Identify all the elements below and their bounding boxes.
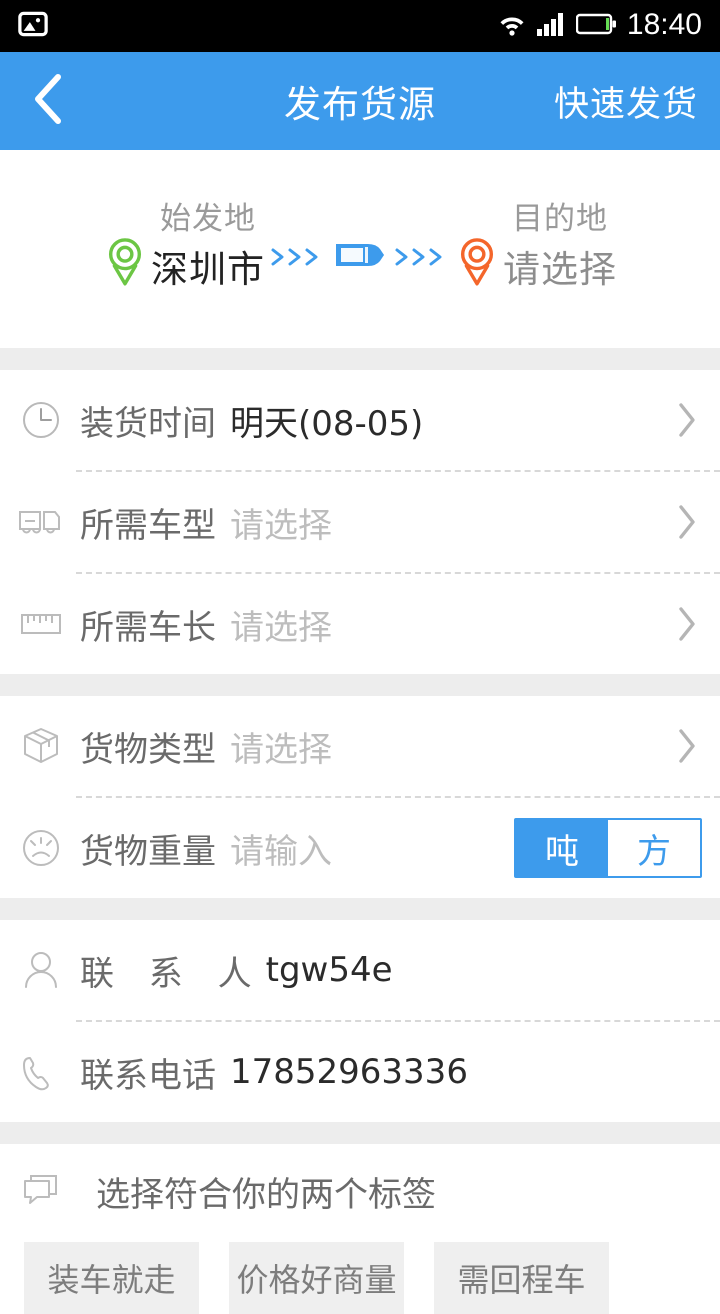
back-button[interactable] <box>0 52 96 150</box>
truck-side-icon <box>18 499 64 545</box>
row-value: 请选择 <box>230 505 332 546</box>
status-bar-left <box>18 9 48 43</box>
origin-selector[interactable]: 始发地 深圳市 <box>103 204 265 294</box>
clock-icon <box>18 397 64 443</box>
row-value: 请选择 <box>230 607 332 648</box>
section-gap <box>0 348 720 370</box>
box-icon <box>18 723 64 769</box>
weight-unit-toggle[interactable]: 吨 方 <box>514 818 702 878</box>
phone-icon <box>18 1049 64 1095</box>
chevron-right-icon <box>676 370 698 470</box>
speech-bubble-icon <box>18 1168 64 1214</box>
row-loading-time[interactable]: 装货时间 明天(08-05) <box>0 370 720 470</box>
app-screen: 18:40 发布货源 快速发货 始发地 深圳市 目的地 请选择 装货时间 明天(… <box>0 0 720 1314</box>
back-chevron-icon <box>31 72 65 130</box>
tags-section: 选择符合你的两个标签 装车就走 价格好商量 需回程车 <box>0 1144 720 1314</box>
tags-list: 装车就走 价格好商量 需回程车 <box>0 1228 720 1314</box>
tags-heading-row: 选择符合你的两个标签 <box>0 1154 720 1228</box>
row-truck-length[interactable]: 所需车长 请选择 <box>0 574 720 674</box>
row-contact-name[interactable]: 联 系 人 tgw54e <box>0 920 720 1020</box>
destination-labels: 目的地 请选择 <box>503 201 617 291</box>
tags-heading: 选择符合你的两个标签 <box>96 1174 436 1215</box>
contact-group: 联 系 人 tgw54e 联系电话 17852963336 <box>0 920 720 1122</box>
status-bar-right: 18:40 <box>496 10 702 42</box>
origin-caption: 始发地 <box>160 201 256 237</box>
shipment-details-group: 装货时间 明天(08-05) 所需车型 请选择 所需车长 请选择 <box>0 370 720 674</box>
tag-chip[interactable]: 装车就走 <box>24 1242 199 1314</box>
tag-chip[interactable]: 需回程车 <box>434 1242 609 1314</box>
status-bar: 18:40 <box>0 0 720 52</box>
location-pin-green-icon <box>103 204 147 294</box>
destination-selector[interactable]: 目的地 请选择 <box>455 204 617 294</box>
chevrons-left-icon <box>269 244 327 270</box>
cargo-group: 货物类型 请选择 货物重量 请输入 吨 方 <box>0 696 720 898</box>
title-bar: 发布货源 快速发货 <box>0 52 720 150</box>
route-direction-indicator <box>267 219 453 279</box>
person-icon <box>18 947 64 993</box>
cellular-signal-icon <box>536 11 567 41</box>
row-label: 装货时间 <box>80 403 216 444</box>
unit-option-ton[interactable]: 吨 <box>516 820 608 876</box>
destination-value: 请选择 <box>503 248 617 291</box>
row-label: 所需车型 <box>80 505 216 546</box>
status-time: 18:40 <box>626 8 702 41</box>
quick-ship-button[interactable]: 快速发货 <box>548 52 704 150</box>
contact-phone-input[interactable]: 17852963336 <box>230 1052 468 1092</box>
row-value: 请选择 <box>230 729 332 770</box>
destination-caption: 目的地 <box>512 201 608 237</box>
tag-chip[interactable]: 价格好商量 <box>229 1242 404 1314</box>
chevron-right-icon <box>676 472 698 572</box>
row-label: 所需车长 <box>80 607 216 648</box>
battery-icon <box>575 12 618 40</box>
section-gap <box>0 898 720 920</box>
row-label: 货物重量 <box>80 831 216 872</box>
gauge-icon <box>18 825 64 871</box>
weight-input[interactable]: 请输入 <box>230 824 332 873</box>
row-contact-phone[interactable]: 联系电话 17852963336 <box>0 1022 720 1122</box>
truck-top-view-icon <box>332 235 388 279</box>
row-label: 联 系 人 <box>80 953 264 994</box>
row-truck-type[interactable]: 所需车型 请选择 <box>0 472 720 572</box>
location-pin-orange-icon <box>455 204 499 294</box>
chevrons-right-icon <box>393 244 451 270</box>
wifi-icon <box>496 11 528 41</box>
row-label: 货物类型 <box>80 729 216 770</box>
row-label: 联系电话 <box>80 1055 216 1096</box>
photo-icon <box>18 9 48 43</box>
route-selector: 始发地 深圳市 目的地 请选择 <box>0 150 720 348</box>
section-gap <box>0 674 720 696</box>
chevron-right-icon <box>676 696 698 796</box>
chevron-right-icon <box>676 574 698 674</box>
row-value: 明天(08-05) <box>230 403 424 444</box>
unit-option-cubic[interactable]: 方 <box>608 820 700 876</box>
contact-name-input[interactable]: tgw54e <box>266 950 393 990</box>
section-gap <box>0 1122 720 1144</box>
row-cargo-type[interactable]: 货物类型 请选择 <box>0 696 720 796</box>
origin-value: 深圳市 <box>151 248 265 291</box>
ruler-icon <box>18 601 64 647</box>
origin-labels: 始发地 深圳市 <box>151 201 265 291</box>
row-cargo-weight[interactable]: 货物重量 请输入 吨 方 <box>0 798 720 898</box>
